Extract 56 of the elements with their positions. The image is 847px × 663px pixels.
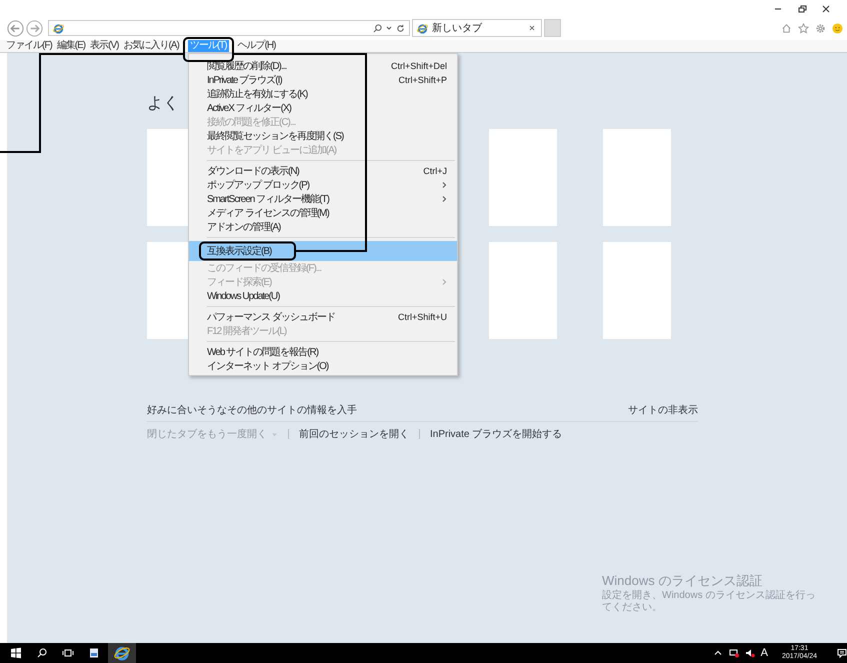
search-icon[interactable]	[373, 24, 382, 32]
menu-bar-item[interactable]: お気に入り(A)	[121, 40, 181, 52]
star-icon[interactable]	[798, 22, 809, 34]
site-tile[interactable]	[603, 242, 671, 339]
menu-item[interactable]: パフォーマンス ダッシュボード Ctrl+Shift+U	[189, 310, 457, 324]
menu-item[interactable]: ダウンロードの表示(N) Ctrl+J	[189, 164, 457, 178]
menu-item[interactable]: アドオンの管理(A)	[189, 220, 457, 234]
close-icon[interactable]	[529, 25, 535, 31]
start-icon[interactable]	[10, 647, 22, 659]
site-tile[interactable]	[489, 129, 557, 226]
store-icon[interactable]	[88, 647, 100, 659]
refresh-icon[interactable]	[396, 24, 405, 32]
notifications-icon[interactable]	[837, 648, 847, 658]
close-icon[interactable]	[821, 4, 831, 14]
callout-box	[183, 37, 234, 62]
page-heading: よく	[147, 94, 179, 114]
menu-item[interactable]: 最終閲覧セッションを再度開く(S)	[189, 129, 457, 143]
menu-bar-item[interactable]: ヘルプ(H)	[236, 40, 278, 52]
site-tile[interactable]	[489, 242, 557, 339]
menu-item[interactable]: メディア ライセンスの管理(M)	[189, 206, 457, 220]
tab-title: 新しいタブ	[432, 22, 482, 35]
menu-item[interactable]: SmartScreen フィルター機能(T)	[189, 192, 457, 206]
smiley-icon[interactable]	[832, 22, 843, 34]
hide-sites-link[interactable]: サイトの非表示	[628, 403, 698, 417]
menu-item[interactable]: Web サイトの問題を報告(R)	[189, 345, 457, 359]
activation-message: 設定を開き、Windows のライセンス認証を行ってください。	[602, 590, 816, 614]
site-tile[interactable]	[603, 129, 671, 226]
gear-icon[interactable]	[815, 22, 826, 34]
input-mode-indicator[interactable]: A	[760, 647, 768, 659]
task-view-icon[interactable]	[62, 647, 74, 659]
page-link[interactable]: 前回のセッションを開く	[299, 427, 409, 441]
activation-title: Windows のライセンス認証	[602, 572, 764, 590]
browser-tab[interactable]: 新しいタブ	[412, 19, 542, 37]
browser-logo-icon	[417, 22, 428, 34]
browser-logo-icon	[53, 22, 64, 34]
network-icon[interactable]	[728, 648, 739, 658]
menu-item[interactable]: 追跡防止を有効にする(K)	[189, 87, 457, 101]
menu-item[interactable]: インターネット オプション(O)	[189, 359, 457, 373]
restore-icon[interactable]	[797, 4, 807, 14]
address-field[interactable]	[48, 20, 410, 36]
back-button[interactable]	[7, 20, 24, 36]
taskbar-browser-button[interactable]	[108, 643, 136, 663]
speaker-icon[interactable]	[744, 648, 755, 658]
menu-item[interactable]: ポップアップ ブロック(P)	[189, 178, 457, 192]
page-link[interactable]: InPrivate ブラウズを開始する	[430, 427, 562, 441]
browser-logo-icon	[114, 645, 130, 661]
home-icon[interactable]	[781, 22, 792, 34]
suggested-sites-text[interactable]: 好みに合いそうなその他のサイトの情報を入手	[147, 403, 357, 417]
menu-item[interactable]: ActiveX フィルター(X)	[189, 101, 457, 115]
dropdown-caret-icon[interactable]	[386, 25, 392, 31]
menu-bar-item[interactable]: 表示(V)	[88, 40, 120, 52]
menu-item[interactable]: InPrivate ブラウズ(I) Ctrl+Shift+P	[189, 73, 457, 87]
menu-bar-item[interactable]: 編集(E)	[54, 40, 88, 52]
menu-item[interactable]: Windows Update(U)	[189, 289, 457, 303]
search-icon[interactable]	[36, 647, 48, 659]
menu-bar-item[interactable]: ファイル(F)	[4, 40, 54, 52]
